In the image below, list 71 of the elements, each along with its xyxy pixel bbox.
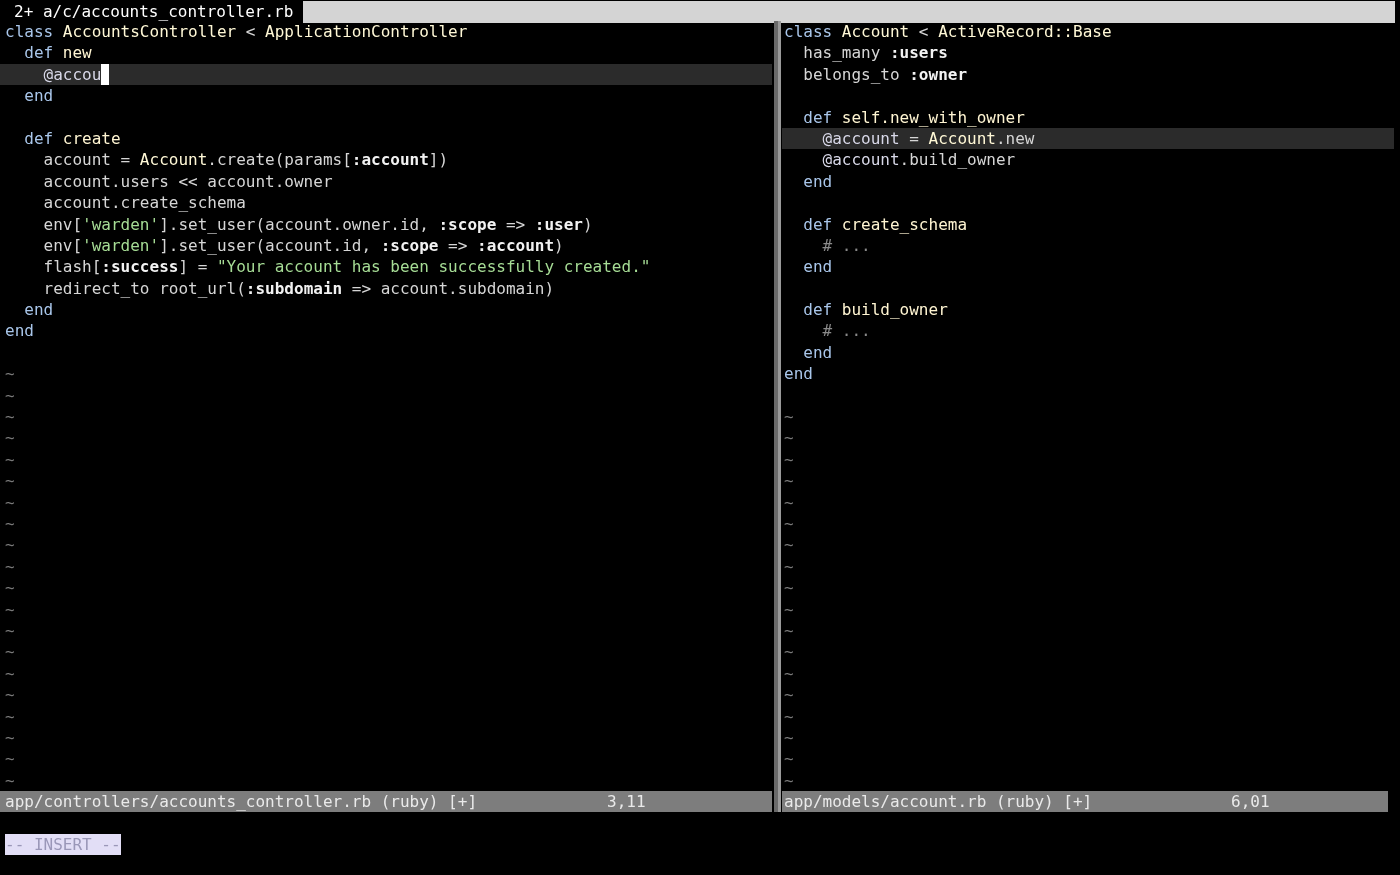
- code-line: def self.new_with_owner: [802, 106, 1025, 128]
- empty-line-marker: ~: [5, 598, 15, 620]
- empty-line-marker: ~: [784, 577, 794, 599]
- empty-line-marker: ~: [784, 726, 794, 749]
- empty-line-marker: ~: [5, 470, 15, 492]
- code-line: @accou: [42, 63, 102, 86]
- status-filename: app/models/account.rb (ruby) [+]: [784, 791, 1094, 813]
- empty-line-marker: ~: [784, 448, 794, 471]
- code-line: end: [802, 341, 833, 364]
- code-line: redirect_to root_url(:subdomain => account.subdomain): [42, 277, 555, 300]
- code-line: flash[:success] = "Your account has been successfully created.": [42, 256, 651, 278]
- code-line: def create: [23, 127, 121, 150]
- code-line: def create_schema: [802, 213, 968, 235]
- code-line: end: [5, 320, 34, 342]
- empty-line-marker: ~: [784, 513, 794, 535]
- empty-line-marker: ~: [784, 534, 794, 556]
- empty-line-marker: ~: [5, 748, 15, 770]
- cursor-position: 3,11: [607, 791, 646, 813]
- empty-line-marker: ~: [5, 384, 15, 407]
- empty-line-marker: ~: [784, 598, 794, 620]
- empty-line-marker: ~: [5, 427, 15, 449]
- empty-line-marker: ~: [5, 705, 15, 727]
- empty-line-marker: ~: [784, 641, 794, 663]
- empty-line-marker: ~: [784, 748, 794, 770]
- empty-line-marker: ~: [5, 534, 15, 556]
- empty-line-marker: ~: [784, 406, 794, 428]
- empty-line-marker: ~: [784, 427, 794, 449]
- code-line: @account = Account.new: [821, 127, 1035, 150]
- code-line: env['warden'].set_user(account.owner.id, :scope => :user): [42, 213, 593, 235]
- empty-line-marker: ~: [5, 448, 15, 471]
- empty-line-marker: ~: [784, 555, 794, 578]
- code-line: def new: [23, 42, 92, 64]
- code-line: end: [23, 85, 54, 107]
- empty-line-marker: ~: [784, 491, 794, 513]
- empty-line-marker: ~: [784, 470, 794, 492]
- code-line: class Account < ActiveRecord::Base: [784, 21, 1112, 43]
- mode-indicator: -- INSERT --: [5, 833, 121, 855]
- empty-line-marker: ~: [784, 619, 794, 642]
- empty-line-marker: ~: [5, 491, 15, 513]
- empty-line-marker: ~: [5, 641, 15, 663]
- code-line: # ...: [821, 320, 871, 342]
- code-line: class AccountsController < ApplicationController: [5, 21, 468, 43]
- empty-line-marker: ~: [5, 769, 15, 792]
- empty-line-marker: ~: [5, 555, 15, 578]
- empty-line-marker: ~: [5, 619, 15, 642]
- code-line: account = Account.create(params[:account]): [42, 149, 449, 171]
- empty-line-marker: ~: [5, 726, 15, 749]
- empty-line-marker: ~: [784, 705, 794, 727]
- code-line: @account.build_owner: [821, 149, 1016, 171]
- empty-line-marker: ~: [5, 577, 15, 599]
- empty-line-marker: ~: [5, 662, 15, 685]
- code-line: account.create_schema: [42, 192, 246, 214]
- code-line: has_many :users: [802, 42, 948, 64]
- code-line: belongs_to :owner: [802, 63, 968, 86]
- code-line: end: [23, 299, 54, 321]
- empty-line-marker: ~: [5, 684, 15, 706]
- status-filename: app/controllers/accounts_controller.rb (ruby) [+]: [5, 791, 478, 813]
- code-line: end: [802, 256, 833, 278]
- code-line: end: [784, 363, 813, 385]
- empty-line-marker: ~: [5, 513, 15, 535]
- empty-line-marker: ~: [5, 406, 15, 428]
- code-line: # ...: [821, 234, 871, 257]
- empty-line-marker: ~: [5, 363, 15, 385]
- code-line: env['warden'].set_user(account.id, :scope => :account): [42, 234, 564, 257]
- code-line: end: [802, 170, 833, 193]
- cursor-position: 6,01: [1231, 791, 1270, 813]
- code-line: def build_owner: [802, 299, 948, 321]
- empty-line-marker: ~: [784, 769, 794, 792]
- empty-line-marker: ~: [784, 662, 794, 685]
- empty-line-marker: ~: [784, 684, 794, 706]
- code-line: account.users << account.owner: [42, 170, 333, 193]
